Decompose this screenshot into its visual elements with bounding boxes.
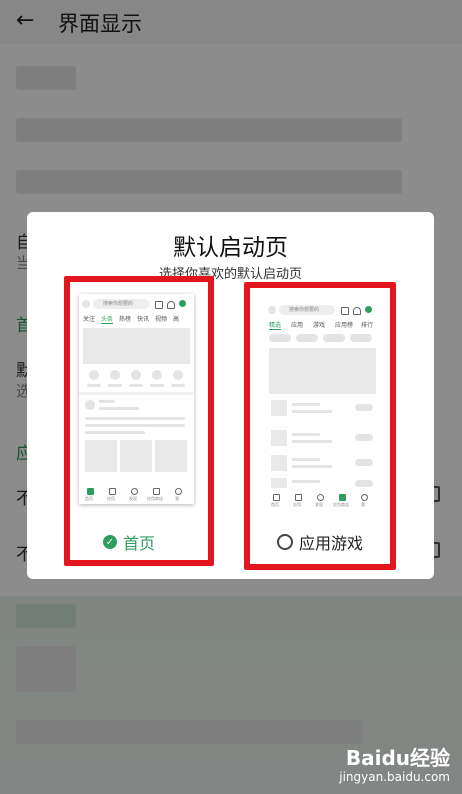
chip-placeholder (350, 334, 372, 342)
preview-tab: 高 (173, 316, 180, 323)
nav-apps-icon (295, 494, 302, 501)
nav-label: 首页 (271, 502, 279, 507)
nav-discover-icon (317, 494, 324, 501)
nav-apps-icon (109, 488, 116, 495)
nav-store-icon (153, 488, 160, 495)
nav-home-icon (87, 488, 94, 495)
icon-placeholder (152, 370, 162, 380)
nav-label: 发现 (315, 502, 323, 507)
dialog-title: 默认启动页 (173, 235, 288, 261)
bell-icon (353, 307, 361, 315)
icon-placeholder (173, 370, 183, 380)
plus-icon (365, 306, 372, 313)
nav-label: 应用商店 (147, 496, 163, 501)
text-placeholder (85, 431, 145, 434)
app-icon-placeholder (271, 400, 287, 416)
option-home-radio[interactable]: ✓ 首页 (103, 530, 155, 554)
check-circle-icon: ✓ (103, 535, 117, 549)
nav-discover-icon (131, 488, 138, 495)
search-bar: 搜索你想要的 (93, 299, 149, 309)
app-icon-placeholder (271, 478, 287, 488)
watermark-url: jingyan.baidu.com (339, 770, 450, 784)
button-placeholder (355, 459, 373, 466)
text-placeholder (292, 458, 320, 461)
option-apps-radio[interactable]: 应用游戏 (277, 530, 363, 554)
button-placeholder (355, 434, 373, 441)
preview-tab: 应用榜 (335, 322, 354, 329)
nav-label: 首页 (85, 496, 93, 501)
preview-tab: 头条 (101, 316, 114, 324)
preview-tab: 快讯 (137, 316, 150, 323)
text-placeholder (292, 440, 332, 443)
nav-label: 我 (175, 496, 179, 501)
preview-tab: 应用 (291, 322, 304, 329)
text-placeholder (108, 384, 122, 387)
icon-placeholder (89, 370, 99, 380)
preview-tab: 视频 (155, 316, 168, 323)
text-placeholder (129, 384, 143, 387)
divider (79, 392, 194, 395)
banner-placeholder (269, 348, 376, 394)
text-placeholder (171, 384, 185, 387)
nav-label: 应用 (107, 496, 115, 501)
text-placeholder (292, 433, 320, 436)
icon-placeholder (131, 370, 141, 380)
option-label: 应用游戏 (299, 534, 364, 553)
preview-tab: 游戏 (313, 322, 326, 329)
app-icon-placeholder (271, 430, 287, 446)
nav-me-icon (361, 494, 368, 501)
plus-icon (179, 300, 186, 307)
radio-unchecked-icon (277, 534, 293, 550)
text-placeholder (292, 403, 320, 406)
text-placeholder (292, 480, 320, 483)
preview-tab: 精选 (269, 322, 282, 330)
watermark-logo: Baidu经验 (345, 746, 450, 770)
preview-tab: 关注 (83, 316, 96, 323)
banner-placeholder (83, 328, 190, 364)
text-placeholder (85, 424, 185, 427)
option-label: 首页 (123, 534, 156, 553)
text-placeholder (99, 400, 115, 403)
bell-icon (167, 301, 175, 309)
image-placeholder (85, 440, 117, 472)
avatar (268, 306, 276, 314)
nav-store-icon (339, 494, 346, 501)
text-placeholder (150, 384, 164, 387)
app-icon-placeholder (271, 455, 287, 471)
tablet-icon (341, 307, 349, 315)
avatar-placeholder (85, 400, 95, 410)
avatar (82, 300, 90, 308)
nav-label: 我 (361, 502, 365, 507)
chip-placeholder (269, 334, 291, 342)
nav-label: 发现 (129, 496, 137, 501)
apps-preview-thumbnail: 搜索你想要的 精选 应用 游戏 应用榜 排行 首页 应用 发现 应用商店 我 (265, 300, 380, 510)
text-placeholder (292, 410, 332, 413)
image-placeholder (120, 440, 152, 472)
default-start-page-dialog: 默认启动页 选择你喜欢的默认启动页 搜索你想要的 关注 头条 热榜 快讯 视频 … (27, 212, 434, 579)
icon-placeholder (110, 370, 120, 380)
preview-tab: 排行 (361, 322, 374, 329)
nav-label: 应用 (293, 502, 301, 507)
text-placeholder (99, 407, 139, 410)
chip-placeholder (323, 334, 345, 342)
nav-home-icon (273, 494, 280, 501)
text-placeholder (292, 465, 332, 468)
image-placeholder (155, 440, 187, 472)
chip-placeholder (296, 334, 318, 342)
button-placeholder (355, 404, 373, 411)
search-bar: 搜索你想要的 (279, 305, 335, 315)
text-placeholder (85, 417, 185, 420)
text-placeholder (87, 384, 101, 387)
button-placeholder (355, 480, 373, 487)
tablet-icon (155, 301, 163, 309)
nav-me-icon (175, 488, 182, 495)
home-preview-thumbnail: 搜索你想要的 关注 头条 热榜 快讯 视频 高 首页 应用 发现 应用商店 我 (79, 294, 194, 504)
nav-label: 应用商店 (333, 502, 349, 507)
preview-tab: 热榜 (119, 316, 132, 323)
